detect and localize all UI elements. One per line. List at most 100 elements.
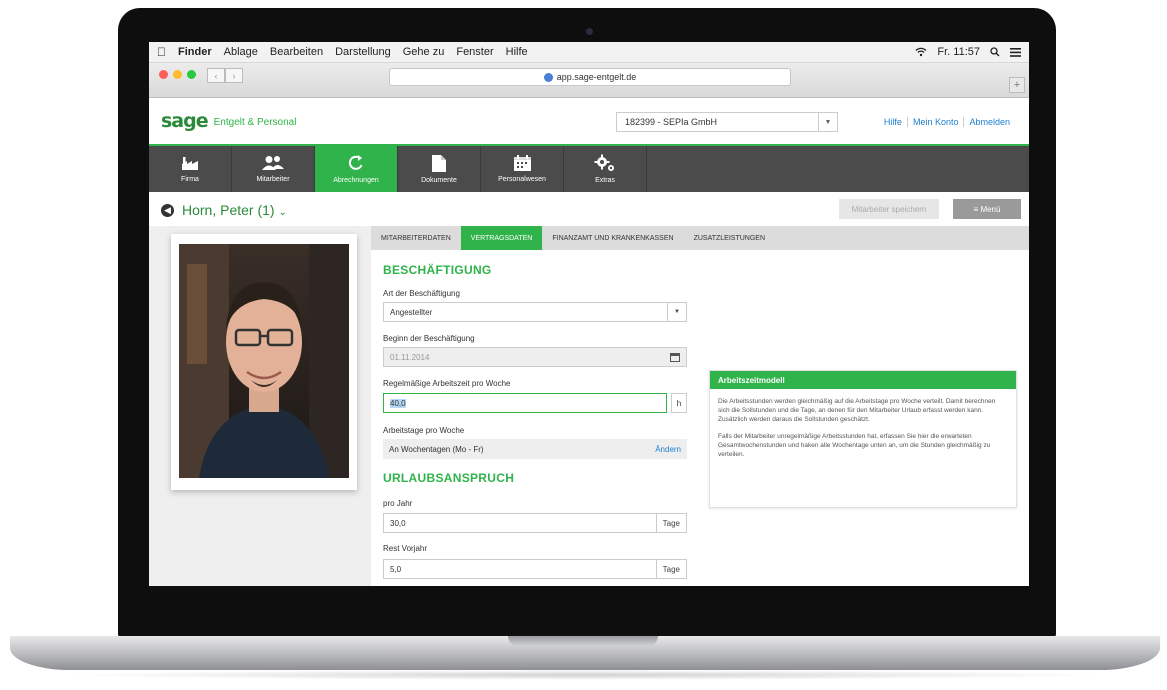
employee-name-dropdown[interactable]: Horn, Peter (1) ⌄ (182, 202, 287, 218)
chevron-down-icon[interactable]: ▼ (667, 303, 686, 321)
section-urlaubsanspruch: URLAUBSANSPRUCH (383, 471, 515, 485)
product-name: Entgelt & Personal (213, 117, 297, 128)
nav-dokumente-label: Dokumente (421, 176, 457, 184)
nav-firma-label: Firma (181, 176, 199, 183)
tage-label: Arbeitstage pro Woche (383, 426, 465, 435)
jahr-value: 30,0 (390, 518, 406, 528)
employee-title-row: ◀ Horn, Peter (1) ⌄ Mitarbeiter speicher… (149, 192, 1029, 229)
beginn-date-field[interactable]: 01.11.2014 (383, 347, 687, 367)
wifi-icon[interactable] (915, 47, 927, 57)
nav-abrechnungen-label: Abrechnungen (333, 177, 379, 184)
clock[interactable]: Fr. 11:57 (937, 46, 980, 58)
menu-finder[interactable]: Finder (178, 46, 212, 58)
nav-personalwesen[interactable]: Personalwesen (481, 146, 564, 192)
minimize-window-icon[interactable] (173, 70, 182, 79)
tab-mitarbeiterdaten[interactable]: MITARBEITERDATEN (371, 226, 461, 250)
arbeitszeit-value: 40,0 (390, 398, 406, 408)
arbeitszeit-group: 40,0 h (383, 393, 687, 413)
account-link[interactable]: Mein Konto (906, 117, 964, 127)
arbeitszeit-unit: h (671, 393, 687, 413)
browser-chrome: ‹ › app.sage-entgelt.de + (149, 63, 1029, 98)
rest-unit: Tage (655, 560, 686, 578)
apple-icon[interactable]:  (157, 45, 166, 59)
art-label: Art der Beschäftigung (383, 289, 460, 298)
chevron-down-icon: ⌄ (278, 207, 287, 218)
jahr-unit: Tage (655, 514, 686, 532)
rest-value: 5,0 (390, 564, 402, 574)
arbeitszeit-input[interactable]: 40,0 (383, 393, 667, 413)
camera-icon (586, 28, 593, 35)
nav-abrechnungen[interactable]: Abrechnungen (315, 146, 398, 192)
company-select[interactable]: 182399 - SEPIa GmbH ▼ (616, 112, 838, 132)
url-bar[interactable]: app.sage-entgelt.de (389, 68, 791, 86)
chevron-down-icon[interactable]: ▼ (818, 113, 837, 131)
nav-personalwesen-label: Personalwesen (498, 176, 546, 183)
sage-logo[interactable]: sage (161, 110, 209, 132)
photo-frame (171, 234, 357, 490)
document-icon (432, 154, 446, 172)
screen:  Finder Ablage Bearbeiten Darstellung G… (149, 42, 1029, 586)
menu-gehe-zu[interactable]: Gehe zu (403, 46, 445, 58)
menu-darstellung[interactable]: Darstellung (335, 46, 391, 58)
nav-mitarbeiter[interactable]: Mitarbeiter (232, 146, 315, 192)
tage-value: An Wochentagen (Mo - Fr) (389, 444, 484, 454)
refresh-icon (348, 155, 363, 170)
laptop-notch (508, 636, 658, 646)
menu-hilfe[interactable]: Hilfe (506, 46, 528, 58)
list-icon[interactable] (1010, 47, 1021, 57)
close-window-icon[interactable] (159, 70, 168, 79)
rest-input[interactable]: 5,0 Tage (383, 559, 687, 579)
tooltip-text-1: Die Arbeitsstunden werden gleichmäßig au… (718, 398, 996, 423)
zoom-window-icon[interactable] (187, 70, 196, 79)
tab-finanzamt[interactable]: FINANZAMT UND KRANKENKASSEN (542, 226, 683, 250)
people-icon (262, 156, 284, 170)
content-area: MITARBEITERDATEN VERTRAGSDATEN FINANZAMT… (149, 226, 1029, 586)
back-circle-icon[interactable]: ◀ (161, 203, 174, 217)
menu-fenster[interactable]: Fenster (456, 46, 493, 58)
browser-nav: ‹ › (207, 68, 243, 83)
window-controls (159, 70, 196, 79)
factory-icon (182, 157, 198, 170)
back-icon[interactable]: ‹ (207, 68, 225, 83)
menu-ablage[interactable]: Ablage (224, 46, 258, 58)
beginn-value: 01.11.2014 (390, 352, 430, 362)
nav-extras-label: Extras (595, 177, 615, 184)
nav-firma[interactable]: Firma (149, 146, 232, 192)
arbeitszeit-label: Regelmäßige Arbeitszeit pro Woche (383, 379, 511, 388)
tab-bar: MITARBEITERDATEN VERTRAGSDATEN FINANZAMT… (371, 226, 1029, 250)
employee-name: Horn, Peter (1) (182, 202, 275, 218)
gears-icon (594, 154, 614, 171)
info-tooltip: Arbeitszeitmodell Die Arbeitsstunden wer… (709, 370, 1017, 508)
menu-button[interactable]: ≡ Menü (953, 199, 1021, 219)
new-tab-button[interactable]: + (1009, 77, 1025, 93)
tab-vertragsdaten[interactable]: VERTRAGSDATEN (460, 226, 543, 250)
tooltip-title: Arbeitszeitmodell (710, 371, 1016, 389)
company-value: 182399 - SEPIa GmbH (625, 117, 718, 127)
main-nav: Firma Mitarbeiter Abrechnungen Dokumente… (149, 146, 1029, 192)
tooltip-text-2: Falls der Mitarbeiter unregelmäßige Arbe… (718, 433, 991, 458)
app-header: sage Entgelt & Personal 182399 - SEPIa G… (149, 98, 1029, 146)
top-links: Hilfe Mein Konto Abmelden (879, 117, 1015, 127)
jahr-input[interactable]: 30,0 Tage (383, 513, 687, 533)
calendar-icon[interactable] (664, 348, 686, 366)
laptop-shadow (60, 670, 1110, 680)
art-value: Angestellter (390, 307, 433, 317)
save-employee-button[interactable]: Mitarbeiter speichern (839, 199, 939, 219)
help-link[interactable]: Hilfe (879, 117, 907, 127)
rest-label: Rest Vorjahr (383, 544, 428, 553)
portrait-image (179, 244, 349, 478)
art-select[interactable]: Angestellter ▼ (383, 302, 687, 322)
change-link[interactable]: Ändern (655, 445, 687, 454)
logout-link[interactable]: Abmelden (963, 117, 1015, 127)
employee-photo[interactable] (179, 244, 349, 478)
jahr-label: pro Jahr (383, 499, 413, 508)
section-beschaeftigung: BESCHÄFTIGUNG (383, 263, 492, 277)
nav-extras[interactable]: Extras (564, 146, 647, 192)
forward-icon[interactable]: › (225, 68, 243, 83)
tab-zusatzleistungen[interactable]: ZUSATZLEISTUNGEN (684, 226, 775, 250)
menu-bearbeiten[interactable]: Bearbeiten (270, 46, 323, 58)
spotlight-search-icon[interactable] (990, 47, 1000, 57)
beginn-label: Beginn der Beschäftigung (383, 334, 475, 343)
nav-dokumente[interactable]: Dokumente (398, 146, 481, 192)
mac-menubar:  Finder Ablage Bearbeiten Darstellung G… (149, 42, 1029, 63)
